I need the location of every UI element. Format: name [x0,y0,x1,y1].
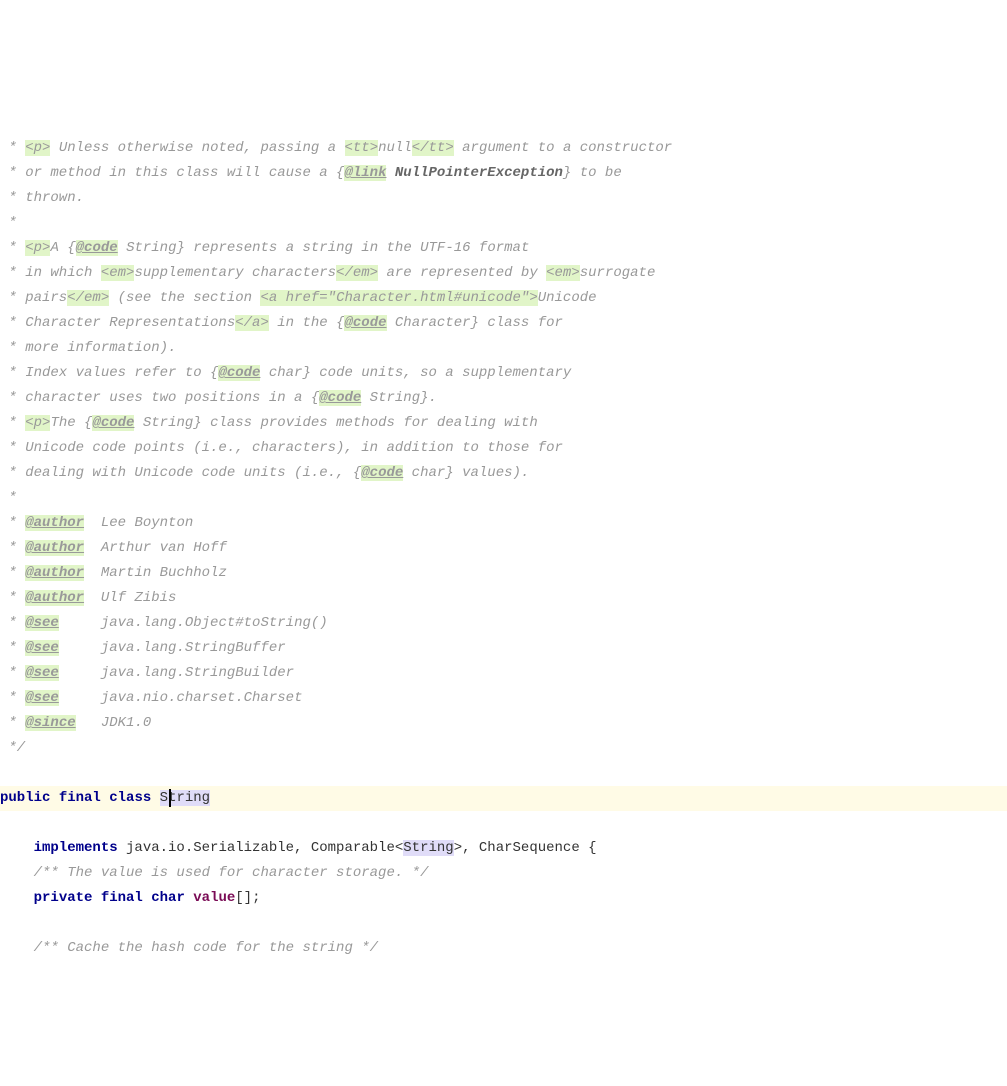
doc-tag-code: @code [361,465,403,481]
javadoc-line: * pairs</em> (see the section <a href="C… [0,290,597,306]
javadoc-line: * Index values refer to {@code char} cod… [0,365,571,381]
doc-tag-see: @see [25,665,59,681]
type-ref-string: String [403,840,453,856]
javadoc-line: * dealing with Unicode code units (i.e.,… [0,465,529,481]
javadoc-line: /** The value is used for character stor… [0,865,428,881]
doc-tag-see: @see [25,690,59,706]
doc-tag-author: @author [25,565,84,581]
keyword-class: class [109,790,151,806]
html-tag-p: <p> [25,240,50,256]
html-tag-a-close: </a> [235,315,269,331]
html-tag-p: <p> [25,415,50,431]
javadoc-line: * @see java.nio.charset.Charset [0,690,302,706]
doc-tag-see: @see [25,615,59,631]
doc-link: NullPointerException [395,165,563,181]
doc-tag-see: @see [25,640,59,656]
code-editor[interactable]: * <p> Unless otherwise noted, passing a … [0,100,1007,961]
class-declaration-line[interactable]: public final class String [0,786,1007,811]
html-tag-em-close: </em> [67,290,109,306]
javadoc-line: * @author Ulf Zibis [0,590,176,606]
doc-tag-link: @link [344,165,386,181]
doc-tag-author: @author [25,540,84,556]
javadoc-line: * @see java.lang.StringBuilder [0,665,294,681]
field-name: value [193,890,235,906]
javadoc-line: * or method in this class will cause a {… [0,165,622,181]
doc-tag-author: @author [25,590,84,606]
javadoc-line: * @see java.lang.StringBuffer [0,640,286,656]
javadoc-line: * @see java.lang.Object#toString() [0,615,328,631]
javadoc-line: * @author Martin Buchholz [0,565,227,581]
javadoc-line: /** Cache the hash code for the string *… [0,940,378,956]
keyword-final: final [59,790,101,806]
javadoc-line: * <p>The {@code String} class provides m… [0,415,538,431]
keyword-final: final [101,890,143,906]
javadoc-line: * Unicode code points (i.e., characters)… [0,440,563,456]
javadoc-line: * @author Lee Boynton [0,515,193,531]
javadoc-line: * [0,215,17,231]
doc-tag-code: @code [344,315,386,331]
class-name: String [160,790,210,806]
keyword-private: private [34,890,93,906]
javadoc-line: * character uses two positions in a {@co… [0,390,437,406]
html-tag-tt: <tt> [345,140,379,156]
doc-tag-code: @code [319,390,361,406]
keyword-char: char [151,890,185,906]
javadoc-line: * more information). [0,340,176,356]
html-tag-em-close: </em> [336,265,378,281]
text-caret [169,789,171,807]
javadoc-line: * Character Representations</a> in the {… [0,315,563,331]
keyword-implements: implements [34,840,118,856]
html-tag-tt-close: </tt> [412,140,454,156]
html-tag-a: <a href="Character.html#unicode"> [260,290,537,306]
javadoc-line: * @author Arthur van Hoff [0,540,227,556]
doc-tag-code: @code [76,240,118,256]
javadoc-line: * <p> Unless otherwise noted, passing a … [0,140,672,156]
javadoc-line: * thrown. [0,190,84,206]
implements-line: implements java.io.Serializable, Compara… [0,840,597,856]
javadoc-end: */ [0,740,25,756]
html-tag-em: <em> [101,265,135,281]
javadoc-line: * <p>A {@code String} represents a strin… [0,240,529,256]
javadoc-line: * in which <em>supplementary characters<… [0,265,655,281]
keyword-public: public [0,790,50,806]
javadoc-line: * [0,490,17,506]
javadoc-line: * @since JDK1.0 [0,715,151,731]
doc-tag-since: @since [25,715,75,731]
doc-tag-author: @author [25,515,84,531]
doc-tag-code: @code [218,365,260,381]
html-tag-p: <p> [25,140,50,156]
field-declaration-line: private final char value[]; [0,890,261,906]
html-tag-em: <em> [546,265,580,281]
doc-tag-code: @code [92,415,134,431]
